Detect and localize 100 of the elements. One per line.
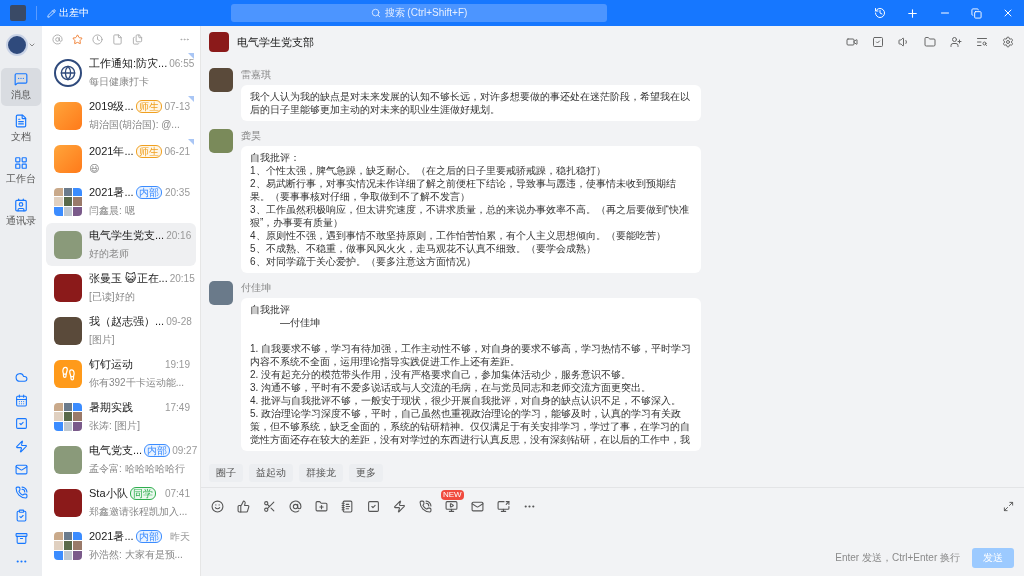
avatar-placeholder[interactable] xyxy=(209,129,233,153)
message-line: 3、工作虽然积极响应，但太讲究速度，不讲求质量，总的来说办事效率不高。（再之后要做到“快准狠”，办事要有质量） xyxy=(250,203,690,229)
group-avatar xyxy=(54,187,82,216)
conversation-time: 20:15 xyxy=(169,273,195,284)
checkbox-icon[interactable] xyxy=(367,500,380,513)
note-icon[interactable] xyxy=(341,500,354,513)
archive-icon[interactable] xyxy=(14,532,28,545)
contacts-icon xyxy=(14,198,28,212)
message-line: 3. 沟通不够，平时有不爱多说话或与人交流的毛病，在与党员同志和老师交流方面更突出。 xyxy=(250,381,653,394)
conversation-item[interactable]: 我（赵志强）... 09-28 [图片] xyxy=(46,309,196,352)
mail-icon[interactable] xyxy=(14,463,28,476)
nav-item[interactable]: 工作台 xyxy=(1,152,41,190)
emoji-icon[interactable] xyxy=(211,500,224,513)
message-line: 5、不成熟、不稳重，做事风风火火，走马观花不认真不细致。（要学会成熟） xyxy=(250,242,597,255)
conversation-time: 20:35 xyxy=(164,187,190,198)
status-text: 出差中 xyxy=(59,6,89,20)
avatar-placeholder[interactable] xyxy=(209,281,233,305)
photo-placeholder xyxy=(54,230,82,259)
conversation-name: 钉钉运动 xyxy=(89,357,133,372)
quick-action-button[interactable]: 群接龙 xyxy=(299,464,343,482)
conversation-item[interactable]: 张曼玉 😺正在... 20:15 [已读]好的 xyxy=(46,266,196,309)
conversation-item[interactable]: 工作通知:防灾... 06:55 每日健康打卡 xyxy=(46,51,196,94)
star-icon[interactable] xyxy=(72,34,83,45)
lightning-icon[interactable] xyxy=(393,500,406,513)
message-line: 我个人认为我的缺点是对未来发展的认知不够长远，对许多想要做的事还处在迷茫阶段，希望我在以后的日子里能够更加主动的对未来的职业生涯做好规划。 xyxy=(250,90,691,116)
avatar-placeholder[interactable] xyxy=(209,68,233,92)
close-icon[interactable] xyxy=(1002,7,1014,19)
message-line: 2. 没有起充分的模范带头作用，没有严格要求自己，参加集体活动少，服务意识不够。 xyxy=(250,368,633,381)
conversation-item[interactable]: 2019级... 师生 07-13 胡治国(胡治国): @... xyxy=(46,94,196,137)
screen-play-icon[interactable] xyxy=(445,500,458,513)
files-icon[interactable] xyxy=(132,34,143,45)
conversation-tag: 师生 xyxy=(135,144,162,158)
conversation-item[interactable]: 2021年... 师生 06-21 😃 xyxy=(46,137,196,180)
conversation-time: 09:27 xyxy=(172,445,198,456)
group-avatar[interactable] xyxy=(209,32,229,52)
conversation-item[interactable]: 暑期实践 17:49 张涛: [图片] xyxy=(46,395,196,438)
conversation-tag: 内部 xyxy=(135,530,162,543)
phone-icon[interactable] xyxy=(14,486,28,499)
conversation-item[interactable]: 2021暑... 内部 昨天 孙浩然: 大家有是预... xyxy=(46,524,196,567)
conversation-item[interactable]: 电气党支... 内部 09:27 孟令富: 哈哈哈哈哈行 xyxy=(46,438,196,481)
history-icon[interactable] xyxy=(874,7,886,19)
conversation-name: 工作通知:防灾... xyxy=(89,56,168,71)
conversation-name: 2019级... xyxy=(89,99,134,114)
folder-icon[interactable] xyxy=(924,36,936,48)
status-label[interactable]: 出差中 xyxy=(36,6,89,20)
conversation-time: 07:41 xyxy=(164,488,190,499)
screen-share-icon[interactable] xyxy=(497,500,510,513)
quick-action-button[interactable]: 益起动 xyxy=(249,464,293,482)
phone-icon[interactable] xyxy=(419,500,432,513)
nav-item[interactable]: 通讯录 xyxy=(1,194,41,232)
group-avatar xyxy=(54,531,82,560)
nav-label: 通讯录 xyxy=(6,214,36,228)
conversation-item[interactable]: 钉钉运动 19:19 你有392千卡运动能... xyxy=(46,352,196,395)
nav-label: 文档 xyxy=(11,130,31,144)
conversation-tag: 同学 xyxy=(129,487,156,500)
conversation-time: 19:19 xyxy=(164,359,190,370)
settings-icon[interactable] xyxy=(1002,36,1014,48)
clipboard-icon[interactable] xyxy=(14,509,28,522)
message-line: 2、易武断行事，对事实情况未作详细了解之前便枉下结论，导致事与愿违，使事情未收到预期结果。（要事事核对仔细，争取做到不了解不发言） xyxy=(250,177,677,203)
conversation-time: 06:55 xyxy=(169,58,195,69)
org-avatar[interactable] xyxy=(6,34,28,56)
caret-icon[interactable] xyxy=(28,41,36,49)
conversation-preview: 好的老师 xyxy=(89,247,130,261)
quick-action-button[interactable]: 圈子 xyxy=(209,464,243,482)
conversation-name: 我（赵志强）... xyxy=(89,314,165,329)
thumbs-up-icon[interactable] xyxy=(237,500,250,513)
conversation-item[interactable]: Sta小队 同学 07:41 郑鑫邀请张程凯加入... xyxy=(46,481,196,524)
conversation-item[interactable]: 电气学生党支... 20:16 好的老师 xyxy=(46,223,196,266)
search-placeholder: 搜索 (Ctrl+Shift+F) xyxy=(384,6,468,20)
mail-icon[interactable] xyxy=(471,500,484,513)
nav-item[interactable]: 文档 xyxy=(1,110,41,148)
conversation-time: 06-21 xyxy=(164,145,190,157)
conversation-name: 电气学生党支... xyxy=(89,228,165,243)
sender-name: 雷嘉琪 xyxy=(241,68,272,82)
conversation-preview: 你有392千卡运动能... xyxy=(89,376,186,390)
speaker-icon[interactable] xyxy=(898,36,910,48)
checkbox-icon[interactable] xyxy=(14,417,28,430)
checkbox-icon[interactable] xyxy=(872,36,884,48)
document-icon[interactable] xyxy=(112,34,123,45)
conversation-item[interactable]: 2021暑... 内部 20:35 闫鑫晨: 嗯 xyxy=(46,180,196,223)
sender-name: 付佳坤 xyxy=(241,281,272,295)
restore-icon[interactable] xyxy=(971,7,982,19)
at-icon[interactable] xyxy=(289,500,302,513)
lightning-icon[interactable] xyxy=(14,440,28,453)
expand-icon[interactable] xyxy=(1003,501,1014,512)
calendar-icon[interactable] xyxy=(14,394,28,407)
cloud-icon[interactable] xyxy=(14,371,28,384)
conversation-name: 电气党支... xyxy=(89,443,143,458)
nav-item[interactable]: 消息 xyxy=(1,68,41,106)
search-list-icon[interactable] xyxy=(976,36,988,48)
conversation-name: 张曼玉 😺正在... xyxy=(89,271,168,286)
plus-icon[interactable] xyxy=(906,6,919,20)
add-user-icon[interactable] xyxy=(950,36,962,48)
folder-icon[interactable] xyxy=(315,500,328,513)
clock-icon[interactable] xyxy=(92,34,103,45)
photo-placeholder xyxy=(54,273,82,302)
quick-action-button[interactable]: 更多 xyxy=(349,464,383,482)
video-icon[interactable] xyxy=(846,36,858,48)
scissors-icon[interactable] xyxy=(263,500,276,513)
message-line: 自我批评 xyxy=(250,303,291,316)
